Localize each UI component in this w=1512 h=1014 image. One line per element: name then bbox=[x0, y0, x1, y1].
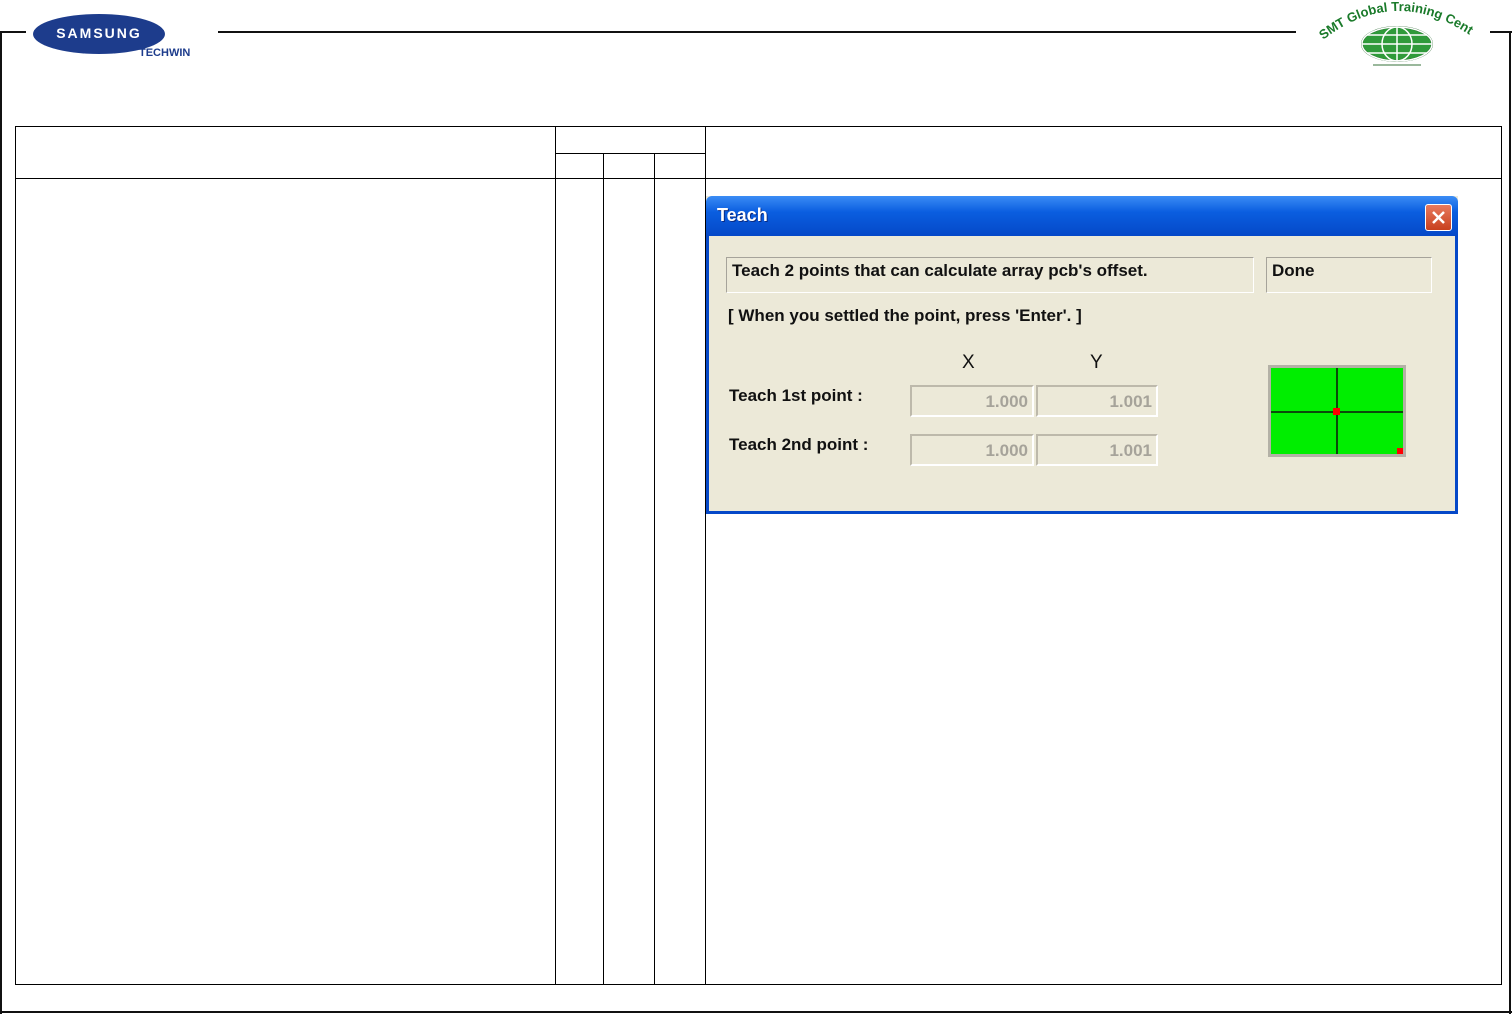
table-left-border bbox=[15, 126, 16, 985]
status-text: Done bbox=[1266, 257, 1432, 293]
teach-1st-point-x[interactable]: 1.000 bbox=[910, 385, 1034, 417]
samsung-logo-text: SAMSUNG bbox=[56, 25, 142, 41]
dialog-left-border bbox=[706, 236, 709, 514]
teach-1st-point-y[interactable]: 1.001 bbox=[1036, 385, 1158, 417]
table-col-divider-2 bbox=[603, 153, 604, 985]
dialog-bottom-border bbox=[706, 511, 1458, 514]
frame-top-middle bbox=[218, 31, 1296, 33]
array-pcb-diagram bbox=[1268, 365, 1406, 457]
table-header-bottom bbox=[15, 178, 1502, 179]
table-bottom-border bbox=[15, 984, 1502, 985]
table-subheader-line bbox=[555, 153, 705, 154]
table-col-divider-1 bbox=[555, 126, 556, 985]
table-top-border bbox=[15, 126, 1502, 127]
smt-global-training-center-logo: SMT Global Training Center bbox=[1311, 0, 1480, 70]
teach-2nd-point-y[interactable]: 1.001 bbox=[1036, 434, 1158, 466]
frame-bottom bbox=[0, 1011, 1512, 1013]
teach-1st-point-label: Teach 1st point : bbox=[729, 386, 863, 405]
teach-dialog: Teach Teach 2 points that can calculate … bbox=[706, 196, 1458, 514]
instruction-text: Teach 2 points that can calculate array … bbox=[726, 257, 1254, 293]
teach-2nd-point-x[interactable]: 1.000 bbox=[910, 434, 1034, 466]
samsung-techwin-logo: SAMSUNG TECHWIN bbox=[33, 14, 208, 62]
frame-left bbox=[0, 31, 2, 1014]
techwin-logo-text: TECHWIN bbox=[139, 47, 191, 59]
dialog-title: Teach bbox=[717, 205, 768, 225]
frame-top-left bbox=[0, 31, 26, 33]
corner-marker bbox=[1397, 448, 1403, 454]
dialog-titlebar[interactable]: Teach bbox=[706, 196, 1458, 236]
frame-right bbox=[1509, 31, 1511, 1014]
table-col-divider-3 bbox=[654, 153, 655, 985]
table-right-border bbox=[1501, 126, 1502, 985]
y-column-header: Y bbox=[1090, 352, 1103, 373]
enter-hint: [ When you settled the point, press 'Ent… bbox=[728, 306, 1082, 325]
dialog-right-border bbox=[1455, 236, 1458, 514]
teach-2nd-point-label: Teach 2nd point : bbox=[729, 435, 869, 454]
close-button[interactable] bbox=[1425, 204, 1452, 231]
x-column-header: X bbox=[962, 352, 975, 373]
close-icon bbox=[1432, 211, 1445, 224]
center-marker bbox=[1333, 408, 1340, 415]
